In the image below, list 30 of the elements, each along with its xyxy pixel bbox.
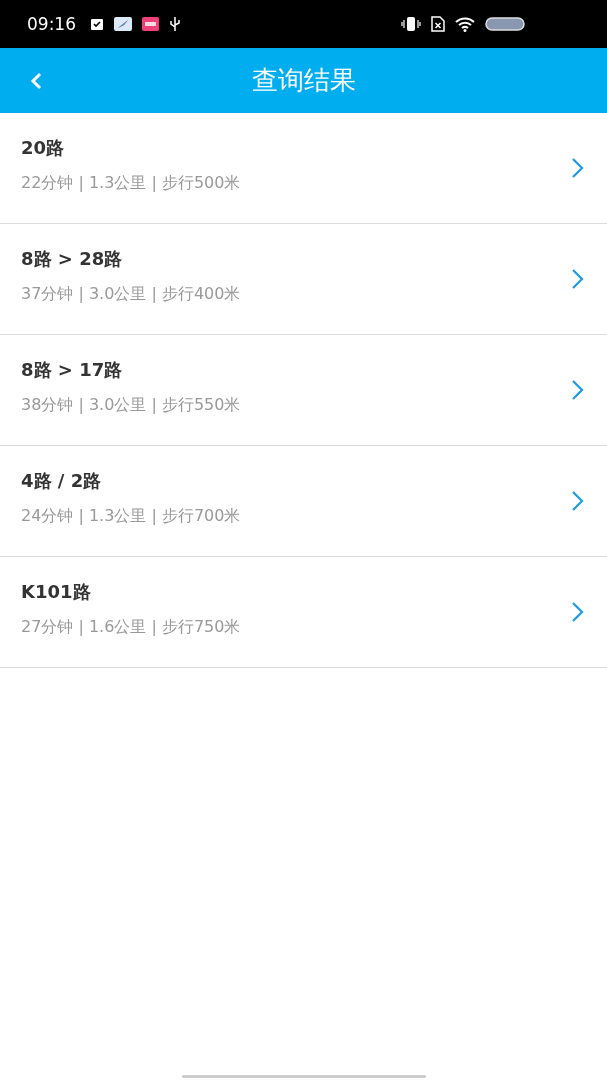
route-details: 22分钟 | 1.3公里 | 步行500米 bbox=[21, 173, 242, 194]
status-time: 09:16 bbox=[27, 14, 76, 34]
route-item[interactable]: 4路 / 2路 24分钟 | 1.3公里 | 步行700米 bbox=[0, 446, 607, 557]
clipboard-check-icon bbox=[90, 17, 104, 31]
route-details: 24分钟 | 1.3公里 | 步行700米 bbox=[21, 506, 242, 527]
back-icon bbox=[29, 70, 43, 91]
page-title: 查询结果 bbox=[251, 64, 356, 97]
chevron-right-icon bbox=[571, 268, 585, 290]
app-icon bbox=[142, 17, 159, 31]
route-name: 4路 / 2路 bbox=[21, 469, 103, 493]
route-name: 8路 > 28路 bbox=[21, 247, 124, 271]
wifi-icon bbox=[455, 16, 475, 32]
chevron-right-icon bbox=[571, 601, 585, 623]
route-name: 8路 > 17路 bbox=[21, 358, 124, 382]
route-details: 38分钟 | 3.0公里 | 步行550米 bbox=[21, 395, 242, 416]
route-item[interactable]: K101路 27分钟 | 1.6公里 | 步行750米 bbox=[0, 557, 607, 668]
chevron-right-icon bbox=[571, 157, 585, 179]
chevron-right-icon bbox=[571, 490, 585, 512]
route-details: 37分钟 | 3.0公里 | 步行400米 bbox=[21, 284, 242, 305]
usb-icon bbox=[169, 16, 181, 32]
route-item[interactable]: 20路 22分钟 | 1.3公里 | 步行500米 bbox=[0, 113, 607, 224]
route-name: K101路 bbox=[21, 580, 92, 604]
vibrate-icon bbox=[401, 16, 421, 32]
route-name: 20路 bbox=[21, 136, 66, 160]
chevron-right-icon bbox=[571, 379, 585, 401]
battery-icon bbox=[485, 17, 525, 31]
route-item[interactable]: 8路 > 28路 37分钟 | 3.0公里 | 步行400米 bbox=[0, 224, 607, 335]
route-item[interactable]: 8路 > 17路 38分钟 | 3.0公里 | 步行550米 bbox=[0, 335, 607, 446]
route-details: 27分钟 | 1.6公里 | 步行750米 bbox=[21, 617, 242, 638]
no-sim-icon bbox=[431, 16, 445, 32]
